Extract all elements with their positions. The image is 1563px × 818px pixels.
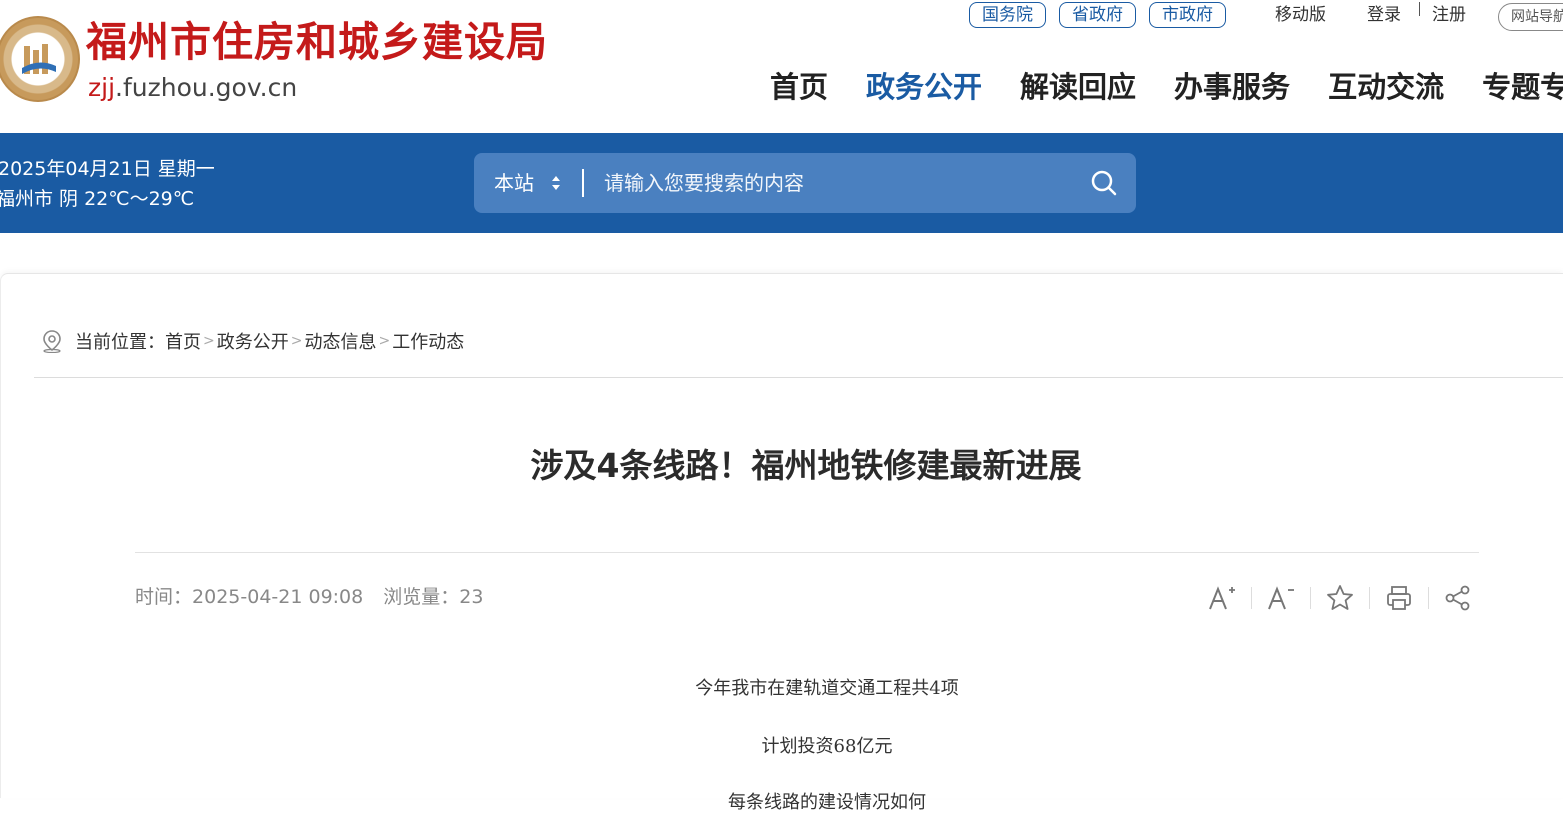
article-paragraph: 每条线路的建设情况如何 [728,792,926,813]
article-meta: 时间：2025-04-21 09:08 浏览量：23 [135,582,483,612]
nav-interpretation[interactable]: 解读回应 [1020,66,1136,108]
nav-topics[interactable]: 专题专栏 [1482,66,1563,108]
article-tools [1205,580,1475,616]
location-pin-icon [43,330,61,353]
sort-arrows-icon[interactable] [550,175,562,191]
building-emblem-icon [22,44,56,74]
article-title: 涉及4条线路！福州地铁修建最新进展 [530,446,1082,485]
font-decrease-icon[interactable] [1264,581,1298,615]
views-label: 浏览量： [383,586,460,608]
favorite-star-icon[interactable] [1323,581,1357,615]
breadcrumb-separator: > [290,333,303,349]
search-box: 本站 [474,153,1136,213]
register-link[interactable]: 注册 [1432,3,1466,27]
font-increase-icon[interactable] [1205,581,1239,615]
info-search-bar: 2025年04月21日 星期一 福州市 阴 22℃～29℃ 本站 [0,133,1563,233]
publish-time-label: 时间： [135,586,193,608]
search-scope-select[interactable]: 本站 [494,153,534,213]
nav-gov-affairs[interactable]: 政务公开 [866,66,982,108]
site-title[interactable]: 福州市住房和城乡建设局 [86,14,548,70]
site-domain: zjj.fuzhou.gov.cn [88,72,297,104]
mobile-version-link[interactable]: 移动版 [1275,3,1326,27]
tool-divider [1310,587,1311,609]
breadcrumb-separator: > [378,333,391,349]
site-domain-accent: zjj [88,73,116,102]
breadcrumb-news[interactable]: 动态信息 [304,328,376,354]
site-header: 福州市住房和城乡建设局 zjj.fuzhou.gov.cn 国务院 省政府 市政… [0,0,1563,133]
views-count: 23 [459,586,484,608]
main-nav: 首页 政务公开 解读回应 办事服务 互动交流 专题专栏 [770,66,1563,108]
gov-links: 国务院 省政府 市政府 [969,2,1226,28]
date-display: 2025年04月21日 星期一 [0,158,215,180]
breadcrumb-home[interactable]: 首页 [165,328,201,354]
publish-time: 2025-04-21 09:08 [192,586,364,608]
breadcrumb-separator: > [203,333,215,349]
nav-interaction[interactable]: 互动交流 [1328,66,1444,108]
breadcrumb-divider [34,377,1563,378]
login-register-divider [1419,2,1420,16]
nav-home[interactable]: 首页 [770,66,828,108]
nav-services[interactable]: 办事服务 [1174,66,1290,108]
article-card: 当前位置： 首页 > 政务公开 > 动态信息 > 工作动态 涉及4条线路！福州地… [0,273,1563,813]
breadcrumb-work-news[interactable]: 工作动态 [392,328,464,354]
tool-divider [1428,587,1429,609]
breadcrumb: 当前位置： 首页 > 政务公开 > 动态信息 > 工作动态 [41,326,464,356]
site-emblem-logo[interactable] [0,16,80,102]
search-divider [582,169,584,197]
weather-display: 福州市 阴 22℃～29℃ [0,188,195,210]
share-icon[interactable] [1441,581,1475,615]
gov-link-province[interactable]: 省政府 [1059,2,1136,28]
site-domain-rest: .fuzhou.gov.cn [115,73,298,102]
login-link[interactable]: 登录 [1367,3,1401,27]
gov-link-city[interactable]: 市政府 [1149,2,1226,28]
print-icon[interactable] [1382,581,1416,615]
search-icon[interactable] [1088,167,1120,199]
tool-divider [1369,587,1370,609]
gov-link-state-council[interactable]: 国务院 [969,2,1046,28]
title-divider [135,552,1479,553]
article-paragraph: 今年我市在建轨道交通工程共4项 [695,678,959,699]
tool-divider [1251,587,1252,609]
search-input[interactable] [594,163,1074,203]
site-nav-button[interactable]: 网站导航 [1498,3,1563,31]
breadcrumb-gov-affairs[interactable]: 政务公开 [217,328,289,354]
breadcrumb-prefix: 当前位置： [75,332,165,353]
article-paragraph: 计划投资68亿元 [761,736,893,757]
